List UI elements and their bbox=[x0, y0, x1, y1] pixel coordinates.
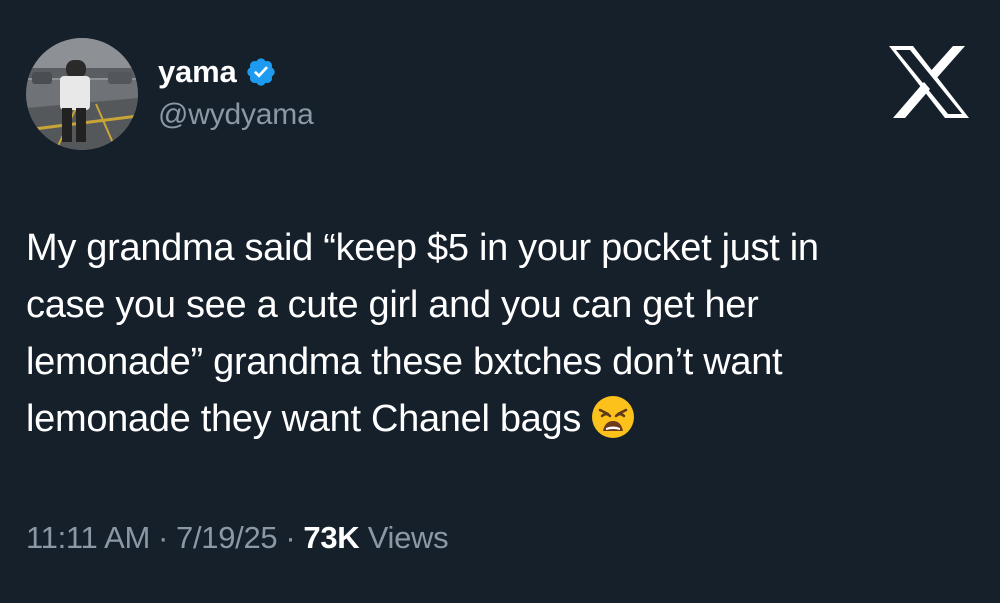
author-identity: yama @wydyama bbox=[158, 54, 314, 132]
author-name-row: yama bbox=[158, 54, 314, 90]
tweet-text-line: My grandma said “keep $5 in your pocket … bbox=[26, 227, 819, 269]
views-label: Views bbox=[367, 520, 449, 555]
views-count: 73K bbox=[303, 520, 360, 555]
tweet-text-line: lemonade” grandma these bxtches don’t wa… bbox=[26, 341, 783, 383]
x-logo-icon[interactable] bbox=[889, 46, 969, 118]
meta-separator: · bbox=[285, 520, 296, 555]
tweet-text: My grandma said “keep $5 in your pocket … bbox=[26, 220, 976, 448]
tweet-card: yama @wydyama My grandma said “keep $5 i… bbox=[0, 0, 1000, 603]
tweet-text-line: lemonade they want Chanel bags bbox=[26, 391, 976, 448]
author-handle[interactable]: @wydyama bbox=[158, 98, 314, 132]
author-display-name[interactable]: yama bbox=[158, 54, 237, 90]
verified-badge-icon bbox=[245, 56, 277, 88]
avatar-photo bbox=[26, 38, 138, 150]
tweet-header: yama @wydyama bbox=[26, 38, 314, 150]
tweet-meta: 11:11 AM · 7/19/25 · 73K Views bbox=[26, 520, 449, 556]
meta-separator: · bbox=[157, 520, 169, 555]
weary-face-emoji-icon bbox=[591, 395, 635, 439]
tweet-time[interactable]: 11:11 AM bbox=[26, 520, 150, 555]
avatar[interactable] bbox=[26, 38, 138, 150]
tweet-text-line: case you see a cute girl and you can get… bbox=[26, 284, 759, 326]
tweet-date[interactable]: 7/19/25 bbox=[176, 520, 278, 555]
